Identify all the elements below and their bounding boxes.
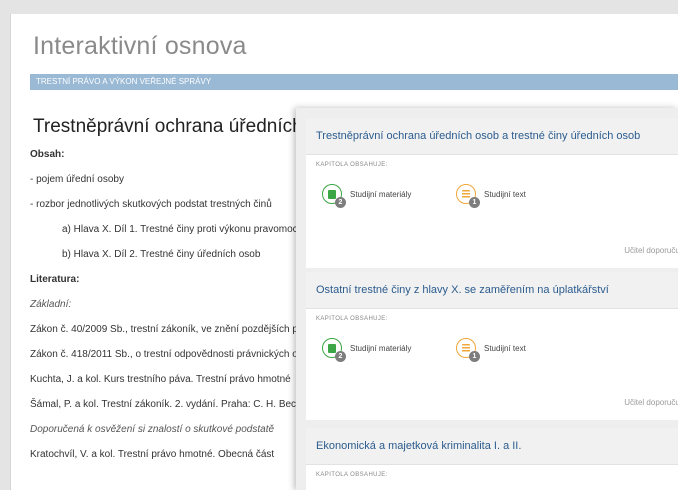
chapter-contains-label: KAPITOLA OBSAHUJE: bbox=[316, 162, 388, 168]
study-materials-icon: 2 bbox=[322, 338, 346, 362]
content-line: - pojem úřední osoby bbox=[30, 174, 124, 185]
resource-study-text[interactable]: 1 Studijní text bbox=[456, 334, 526, 362]
content-line: Doporučená k osvěžení si znalostí o skut… bbox=[30, 424, 275, 435]
resource-label: Studijní materiály bbox=[350, 343, 412, 353]
content-line: Kuchta, J. a kol. Kurs trestního páva. T… bbox=[30, 374, 291, 385]
resource-study-text[interactable]: 1 Studijní text bbox=[456, 180, 526, 208]
resource-count-badge: 1 bbox=[469, 197, 480, 208]
resource-count-badge: 2 bbox=[335, 197, 346, 208]
chapter-card-title[interactable]: Ekonomická a majetková kriminalita I. a … bbox=[306, 428, 678, 465]
content-line: b) Hlava X. Díl 2. Trestné činy úředních… bbox=[62, 249, 261, 260]
content-line: Zákon č. 418/2011 Sb., o trestní odpověd… bbox=[30, 349, 314, 360]
study-text-icon: 1 bbox=[456, 338, 480, 362]
resource-study-materials[interactable]: 2 Studijní materiály bbox=[322, 180, 411, 208]
resource-label: Studijní materiály bbox=[350, 189, 412, 199]
content-line: - rozbor jednotlivých skutkových podstat… bbox=[30, 199, 272, 210]
resource-count-badge: 1 bbox=[469, 351, 480, 362]
chapter-card[interactable]: Trestněprávní ochrana úředních osob a tr… bbox=[306, 118, 678, 268]
resource-count-badge: 2 bbox=[335, 351, 346, 362]
chapter-contains-label: KAPITOLA OBSAHUJE: bbox=[316, 472, 388, 478]
content-line: Kratochvíl, V. a kol. Trestní právo hmot… bbox=[30, 449, 275, 460]
teacher-recommends-label: Učitel doporučuje bbox=[624, 246, 678, 255]
teacher-recommends-label: Učitel doporučuje bbox=[624, 398, 678, 407]
resource-study-materials[interactable]: 2 Studijní materiály bbox=[322, 334, 411, 362]
content-line: a) Hlava X. Díl 1. Trestné činy proti vý… bbox=[62, 224, 300, 235]
content-line: Obsah: bbox=[30, 149, 65, 160]
resource-label: Studijní text bbox=[484, 343, 526, 353]
study-materials-icon: 2 bbox=[322, 184, 346, 208]
app-title: Interaktivní osnova bbox=[33, 32, 247, 60]
content-line: Šámal, P. a kol. Trestní zákoník. 2. vyd… bbox=[30, 399, 302, 410]
content-line: Zákon č. 40/2009 Sb., trestní zákoník, v… bbox=[30, 324, 331, 335]
subject-bar: TRESTNÍ PRÁVO A VÝKON VEŘEJNÉ SPRÁVY bbox=[30, 74, 678, 90]
content-line: Základní: bbox=[30, 299, 72, 310]
resource-label: Studijní text bbox=[484, 189, 526, 199]
chapter-card[interactable]: Ostatní trestné činy z hlavy X. se zaměř… bbox=[306, 272, 678, 420]
chapter-contains-label: KAPITOLA OBSAHUJE: bbox=[316, 316, 388, 322]
chapter-card-title[interactable]: Trestněprávní ochrana úředních osob a tr… bbox=[306, 118, 678, 155]
content-line: Literatura: bbox=[30, 274, 80, 285]
chapters-panel: Trestněprávní ochrana úředních osob a tr… bbox=[296, 108, 678, 490]
chapter-card-title[interactable]: Ostatní trestné činy z hlavy X. se zaměř… bbox=[306, 272, 678, 309]
chapter-card[interactable]: Ekonomická a majetková kriminalita I. a … bbox=[306, 428, 678, 490]
study-text-icon: 1 bbox=[456, 184, 480, 208]
